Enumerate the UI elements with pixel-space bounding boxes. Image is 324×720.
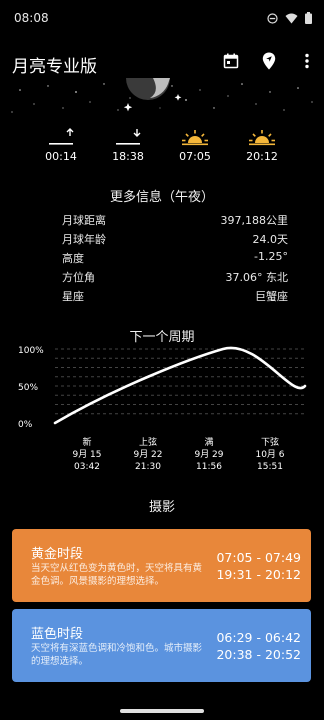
sunrise-time: 07:05 [179,150,211,163]
golden-hour-morning: 07:05 - 07:49 [216,550,301,565]
info-row-constellation: 星座 巨蟹座 [62,288,288,307]
golden-hour-times: 07:05 - 07:49 19:31 - 20:12 [216,549,301,583]
golden-hour-card[interactable]: 黄金时段 当天空从红色变为黄色时，天空将具有黄金色调。风景摄影的理想选择。 07… [12,529,311,602]
info-label: 月球年龄 [62,233,106,246]
more-options-button[interactable] [298,52,316,70]
info-label: 月球距离 [62,214,106,227]
blue-hour-evening: 20:38 - 20:52 [216,647,301,662]
phase-time: 03:42 [74,462,100,472]
moonset-time: 18:38 [112,150,144,163]
info-value: 巨蟹座 [255,290,288,303]
rise-set-events: 00:14 18:38 07:05 20:12 [0,128,324,166]
moonrise-time: 00:14 [45,150,77,163]
info-table: 月球距离 397,188公里 月球年龄 24.0天 高度 -1.25° 方位角 … [62,212,288,307]
moon-icon [126,78,170,100]
phase-time: 21:30 [135,462,161,472]
chart-y-labels: 100% 50% 0% [18,346,44,430]
location-pin-icon [262,52,276,70]
status-bar: 08:08 [0,0,324,36]
illumination-cycle-chart: 100% 50% 0% 新9月 15 03:42 上弦9月 22 21:30 满9月 29 1… [18,346,307,472]
blue-hour-morning: 06:29 - 06:42 [216,630,301,645]
moonrise-event: 00:14 [31,128,91,163]
more-vert-icon [305,53,309,69]
y-tick-label: 100% [18,346,44,356]
moonset-icon [116,129,141,146]
phase-time: 15:51 [257,462,283,472]
phase-name: 新 [82,436,91,448]
status-icons [267,12,312,24]
photo-section-title: 摄影 [148,500,175,515]
blue-hour-description: 天空将有深蓝色调和冷饱和色。城市摄影的理想选择。 [31,643,203,667]
illumination-line [53,346,307,425]
phase-time: 11:56 [196,462,222,472]
blue-hour-card[interactable]: 蓝色时段 天空将有深蓝色调和冷饱和色。城市摄影的理想选择。 06:29 - 06… [12,609,311,682]
y-tick-label: 0% [18,420,33,430]
location-button[interactable] [260,52,278,70]
status-time: 08:08 [14,11,49,25]
blue-hour-times: 06:29 - 06:42 20:38 - 20:52 [216,629,301,663]
chart-x-labels: 新9月 15 03:42 上弦9月 22 21:30 满9月 29 11:56 下弦10月 … [72,436,284,472]
info-label: 方位角 [62,271,95,284]
do-not-disturb-icon [267,12,278,24]
golden-hour-evening: 19:31 - 20:12 [216,567,301,582]
battery-icon [305,12,312,24]
moonrise-icon [49,128,74,146]
phase-name: 下弦 [261,436,279,448]
info-value: 397,188公里 [220,214,289,227]
info-value: 24.0天 [252,233,289,246]
info-value: 37.06° 东北 [225,271,289,284]
y-tick-label: 50% [18,383,38,393]
app-bar: 月亮专业版 [0,44,324,80]
info-section-title: 更多信息（午夜） [109,190,214,205]
info-label: 高度 [62,252,84,265]
phase-date: 9月 15 [72,449,101,460]
night-sky-illustration [11,78,313,113]
sunrise-event: 07:05 [165,128,225,163]
home-indicator[interactable] [120,709,204,713]
calendar-button[interactable] [222,52,240,70]
phase-date: 9月 29 [194,449,223,460]
sunrise-icon [182,130,208,146]
phase-date: 10月 6 [255,449,284,460]
info-row-altitude: 高度 -1.25° [62,250,288,269]
wifi-icon [285,13,298,23]
info-row-distance: 月球距离 397,188公里 [62,212,288,231]
phase-name: 上弦 [139,436,157,448]
phase-name: 满 [204,437,213,448]
sunset-time: 20:12 [246,150,278,163]
calendar-icon [223,53,239,69]
info-row-azimuth: 方位角 37.06° 东北 [62,269,288,288]
info-label: 星座 [62,290,84,303]
moonset-event: 18:38 [98,128,158,163]
golden-hour-title: 黄金时段 [31,547,84,562]
phase-date: 9月 22 [133,449,162,460]
sunset-icon [249,130,275,146]
info-value: -1.25° [254,250,288,263]
golden-hour-description: 当天空从红色变为黄色时，天空将具有黄金色调。风景摄影的理想选择。 [31,563,203,587]
app-title: 月亮专业版 [12,57,97,77]
info-row-age: 月球年龄 24.0天 [62,231,288,250]
blue-hour-title: 蓝色时段 [31,627,84,642]
sunset-event: 20:12 [232,128,292,163]
